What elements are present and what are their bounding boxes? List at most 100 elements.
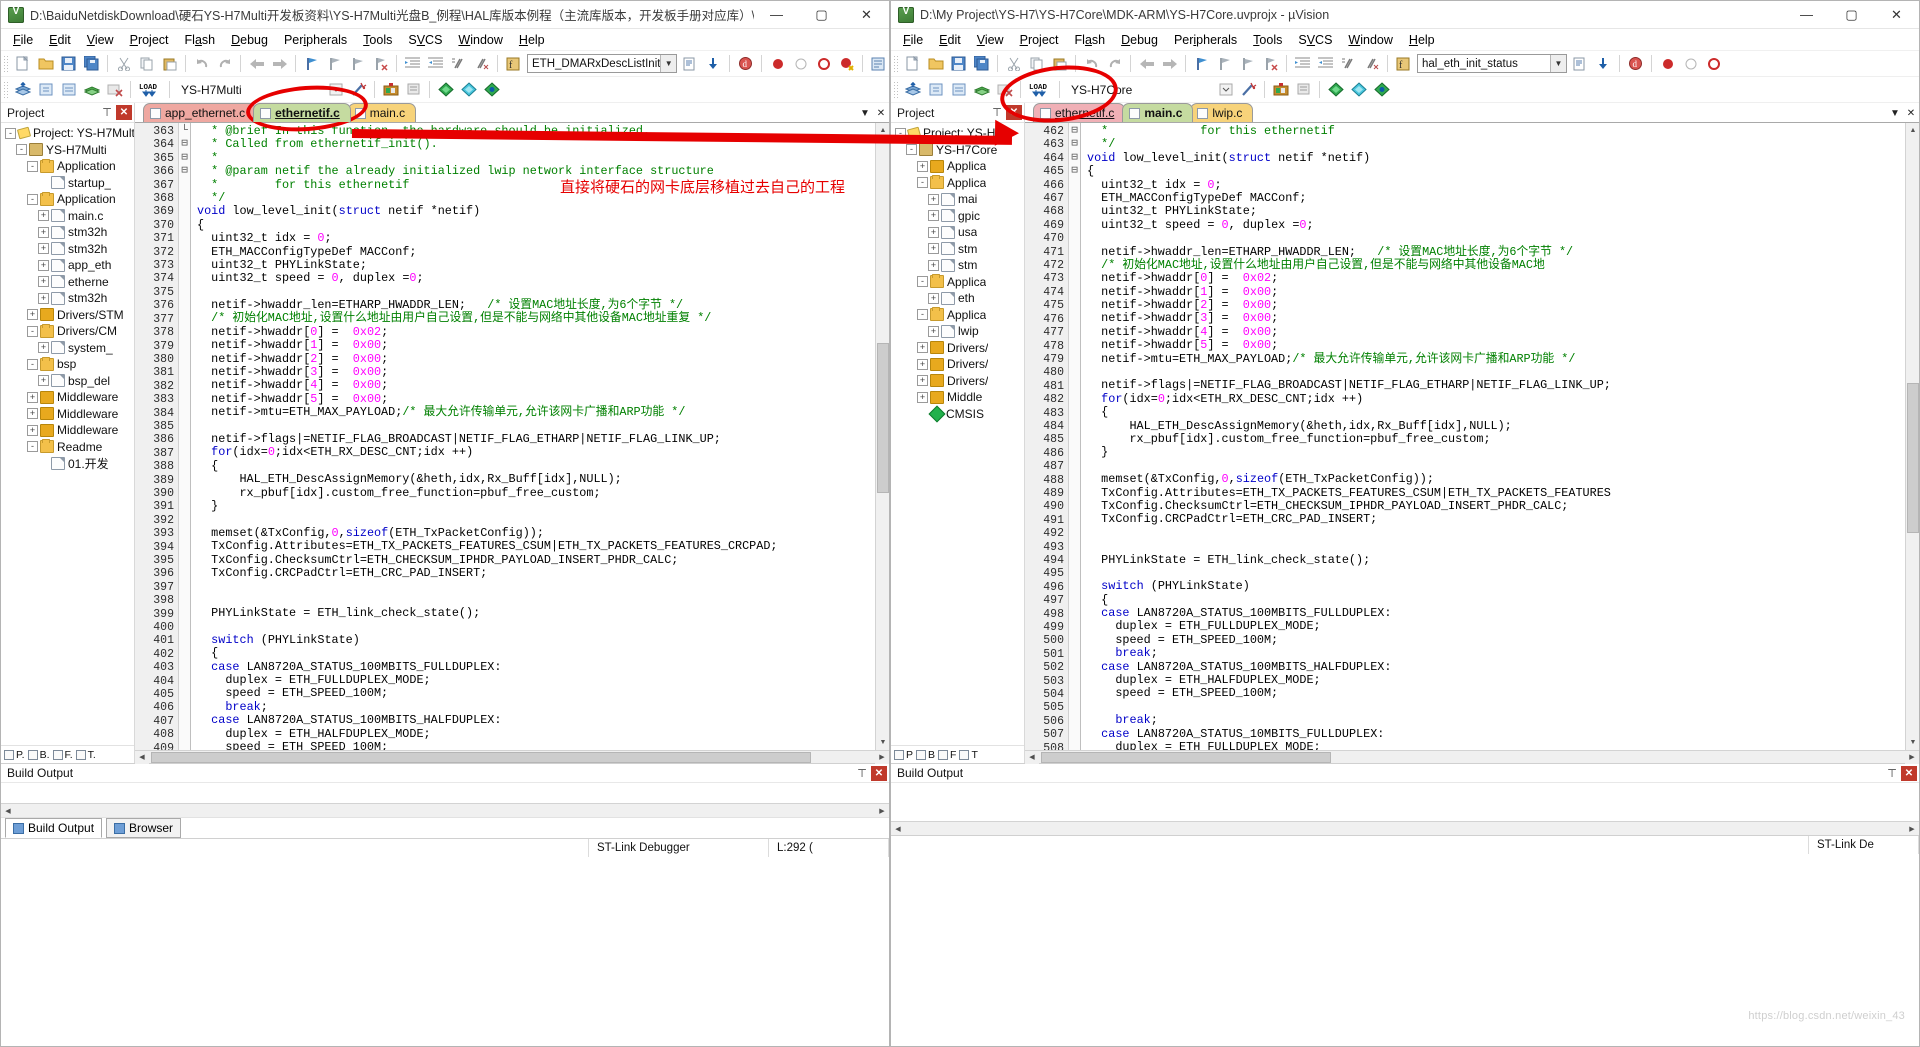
code-line[interactable]: ETH_MACConfigTypeDef MACConf;: [197, 245, 889, 259]
code-line[interactable]: switch (PHYLinkState): [197, 633, 889, 647]
open-file-icon[interactable]: [925, 53, 946, 74]
fold-marker[interactable]: ⊟: [1069, 125, 1080, 138]
scroll-up-icon[interactable]: ▲: [1906, 123, 1919, 137]
pin-icon[interactable]: ⊤: [855, 765, 869, 781]
tree-node[interactable]: + gpic: [891, 208, 1024, 225]
maximize-button[interactable]: ▢: [799, 1, 844, 29]
copy-icon[interactable]: [1026, 53, 1047, 74]
code-fold-column-right[interactable]: ⊟ ⊟ ⊟ ⊟: [1069, 123, 1081, 750]
source-code-left[interactable]: * @brief In this function, the hardware …: [191, 123, 889, 750]
code-line[interactable]: * for this ethernetif: [1087, 124, 1919, 138]
fold-marker[interactable]: ⊟: [179, 152, 190, 165]
code-line[interactable]: [1087, 366, 1919, 379]
expand-icon[interactable]: +: [928, 259, 939, 271]
code-line[interactable]: [1087, 460, 1919, 473]
code-line[interactable]: uint32_t speed = 0, duplex =0;: [1087, 218, 1919, 232]
books-icon[interactable]: [458, 79, 479, 100]
code-line[interactable]: {: [197, 646, 889, 660]
code-line[interactable]: netif->hwaddr[3] = 0x00;: [1087, 312, 1919, 326]
outdent-icon[interactable]: [425, 53, 446, 74]
magic-wand-icon[interactable]: [1238, 79, 1259, 100]
tree-node[interactable]: + stm32h: [1, 290, 134, 307]
tree-node[interactable]: + Drivers/: [891, 373, 1024, 390]
horizontal-scrollbar-right[interactable]: ◀ ▶: [1025, 749, 1919, 764]
manage-components-icon[interactable]: [1270, 79, 1291, 100]
code-line[interactable]: TxConfig.CRCPadCtrl=ETH_CRC_PAD_INSERT;: [1087, 512, 1919, 526]
code-line[interactable]: memset(&TxConfig,0,sizeof(ETH_TxPacketCo…: [1087, 472, 1919, 486]
code-line[interactable]: netif->flags|=NETIF_FLAG_BROADCAST|NETIF…: [1087, 379, 1919, 393]
collapse-icon[interactable]: -: [917, 177, 928, 189]
menu-flash[interactable]: Flash: [1067, 30, 1114, 50]
code-line[interactable]: break;: [1087, 646, 1919, 660]
load-icon[interactable]: LOAD: [1026, 79, 1054, 100]
code-line[interactable]: speed = ETH_SPEED_100M;: [1087, 633, 1919, 647]
uncomment-icon[interactable]: [1361, 53, 1382, 74]
code-line[interactable]: netif->mtu=ETH_MAX_PAYLOAD;/* 最大允许传输单元,允…: [197, 405, 889, 419]
editor-tab[interactable]: ethernetif.c: [253, 103, 351, 123]
expand-icon[interactable]: +: [928, 193, 939, 205]
save-icon[interactable]: [948, 53, 969, 74]
expand-icon[interactable]: +: [917, 375, 928, 387]
indent-icon[interactable]: [1292, 53, 1313, 74]
breakpoint-insert-icon[interactable]: [1657, 53, 1678, 74]
expand-icon[interactable]: +: [917, 358, 928, 370]
code-line[interactable]: netif->mtu=ETH_MAX_PAYLOAD;/* 最大允许传输单元,允…: [1087, 352, 1919, 366]
code-line[interactable]: /* 初始化MAC地址,设置什么地址由用户自己设置,但是不能与网络中其他设备MA…: [197, 312, 889, 325]
editor-tab[interactable]: ethernetif.c: [1033, 103, 1126, 122]
code-line[interactable]: uint32_t PHYLinkState;: [1087, 204, 1919, 218]
expand-icon[interactable]: +: [27, 391, 38, 403]
code-line[interactable]: {: [1087, 593, 1919, 607]
code-line[interactable]: [197, 420, 889, 433]
menu-debug[interactable]: Debug: [223, 30, 276, 50]
close-icon[interactable]: ✕: [1006, 105, 1022, 120]
fold-marker[interactable]: ⊟: [179, 165, 190, 178]
code-line[interactable]: HAL_ETH_DescAssignMemory(&heth,idx,Rx_Bu…: [1087, 419, 1919, 433]
expand-icon[interactable]: +: [38, 375, 49, 387]
target-selector[interactable]: YS-H7Multi: [174, 80, 324, 99]
stop-build-icon[interactable]: [994, 79, 1015, 100]
code-line[interactable]: /* 初始化MAC地址,设置什么地址由用户自己设置,但是不能与网络中其他设备MA…: [1087, 258, 1919, 272]
menu-tools[interactable]: Tools: [1245, 30, 1290, 50]
code-line[interactable]: uint32_t speed = 0, duplex =0;: [197, 271, 889, 285]
close-icon[interactable]: ✕: [871, 765, 887, 781]
menu-peripherals[interactable]: Peripherals: [276, 30, 355, 50]
code-line[interactable]: void low_level_init(struct netif *netif): [1087, 151, 1919, 165]
code-line[interactable]: netif->hwaddr[4] = 0x00;: [197, 379, 889, 393]
expand-icon[interactable]: +: [27, 424, 38, 436]
expand-icon[interactable]: +: [917, 160, 928, 172]
menu-edit[interactable]: Edit: [931, 30, 969, 50]
bookmark-clear-icon[interactable]: [1260, 53, 1281, 74]
editor-tab[interactable]: lwip.c: [1190, 103, 1254, 122]
code-line[interactable]: speed = ETH_SPEED_100M;: [1087, 687, 1919, 701]
menu-project[interactable]: Project: [122, 30, 177, 50]
tree-node[interactable]: + usa: [891, 224, 1024, 241]
expand-icon[interactable]: +: [917, 342, 928, 354]
vertical-scrollbar-right[interactable]: ▲ ▼: [1905, 123, 1919, 750]
code-line[interactable]: rx_pbuf[idx].custom_free_function=pbuf_f…: [197, 486, 889, 500]
scroll-left-icon[interactable]: ◀: [135, 750, 149, 764]
panel-mini-tab[interactable]: P: [894, 749, 913, 761]
breakpoint-kill-all-icon[interactable]: [836, 53, 857, 74]
tree-node[interactable]: - Project: YS-H7C: [891, 125, 1024, 142]
code-fold-column-left[interactable]: └ ⊟ ⊟ ⊟: [179, 123, 191, 750]
collapse-icon[interactable]: -: [27, 358, 38, 370]
target-dropdown-icon[interactable]: [325, 79, 346, 100]
bookmark-prev-icon[interactable]: [1214, 53, 1235, 74]
menu-window[interactable]: Window: [450, 30, 510, 50]
outdent-icon[interactable]: [1315, 53, 1336, 74]
bookmark-toggle-icon[interactable]: [1191, 53, 1212, 74]
tab-build-output[interactable]: Build Output: [5, 818, 103, 838]
code-line[interactable]: netif->hwaddr[2] = 0x00;: [1087, 298, 1919, 312]
collapse-icon[interactable]: -: [895, 127, 906, 139]
paste-icon[interactable]: [159, 53, 180, 74]
tree-node[interactable]: + system_: [1, 340, 134, 357]
breakpoint-disable-all-icon[interactable]: [1703, 53, 1724, 74]
code-line[interactable]: TxConfig.Attributes=ETH_TX_PACKETS_FEATU…: [1087, 486, 1919, 500]
breakpoint-insert-icon[interactable]: [767, 53, 788, 74]
expand-icon[interactable]: +: [38, 210, 49, 222]
code-line[interactable]: speed = ETH_SPEED_100M;: [197, 740, 889, 750]
tree-node[interactable]: - YS-H7Core: [891, 142, 1024, 159]
bookmark-prev-icon[interactable]: [324, 53, 345, 74]
undo-icon[interactable]: [191, 53, 212, 74]
tree-node[interactable]: - Drivers/CM: [1, 323, 134, 340]
